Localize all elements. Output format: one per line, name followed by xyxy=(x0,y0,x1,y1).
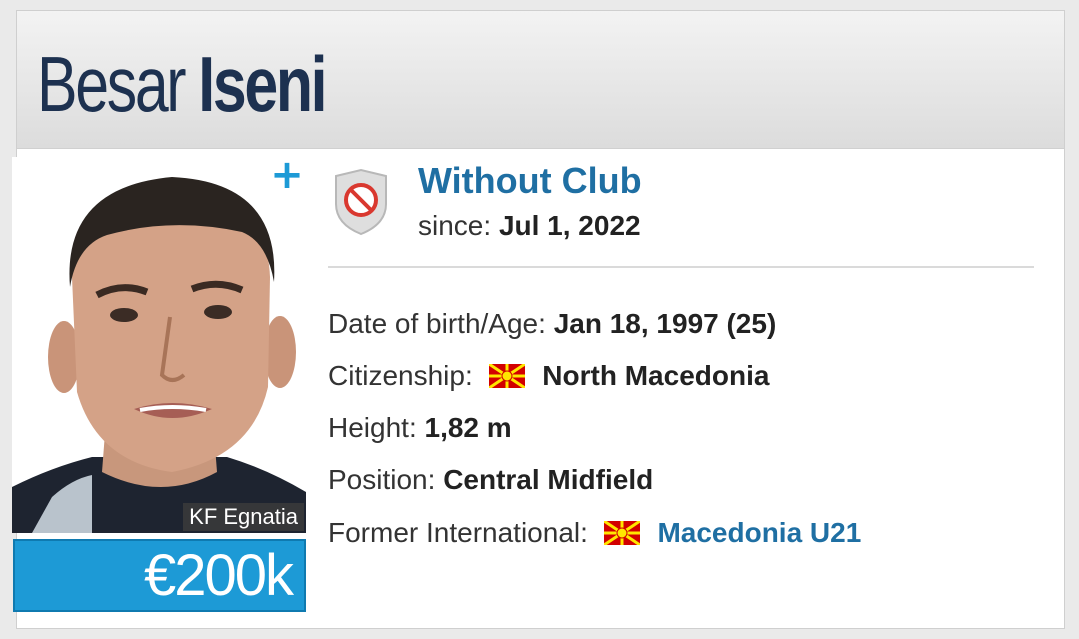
citizenship-value: North Macedonia xyxy=(542,360,770,391)
position-row: Position: Central Midfield xyxy=(328,463,653,497)
height-row: Height: 1,82 m xyxy=(328,411,512,445)
club-name-link[interactable]: Without Club xyxy=(418,160,642,202)
former-international-row: Former International: Macedonia U21 xyxy=(328,516,861,550)
citizenship-label: Citizenship: xyxy=(328,360,473,391)
player-portrait-image xyxy=(12,177,306,533)
current-club-tag: KF Egnatia xyxy=(183,503,304,531)
position-label: Position: xyxy=(328,464,436,495)
no-club-crest-icon xyxy=(335,168,387,236)
dob-value: Jan 18, 1997 (25) xyxy=(553,308,777,339)
player-photo[interactable]: KF Egnatia xyxy=(12,157,306,533)
info-divider xyxy=(328,266,1034,268)
dob-row: Date of birth/Age: Jan 18, 1997 (25) xyxy=(328,307,776,341)
position-value: Central Midfield xyxy=(443,464,654,495)
market-value-button[interactable]: €200k xyxy=(13,539,306,612)
player-name: Besar Iseni xyxy=(37,39,328,129)
former-international-label: Former International: xyxy=(328,517,588,548)
add-to-watchlist-button[interactable]: + xyxy=(270,155,304,195)
player-last-name: Iseni xyxy=(198,40,327,128)
since-date: Jul 1, 2022 xyxy=(498,210,641,241)
since-label: since: xyxy=(418,210,492,241)
player-first-name: Besar xyxy=(37,40,187,128)
citizenship-row: Citizenship: North Macedonia xyxy=(328,359,769,393)
height-value: 1,82 m xyxy=(424,412,512,443)
dob-label: Date of birth/Age: xyxy=(328,308,546,339)
former-international-team-link[interactable]: Macedonia U21 xyxy=(657,517,861,548)
contract-since: since: Jul 1, 2022 xyxy=(418,210,641,242)
north-macedonia-flag-icon xyxy=(488,364,525,388)
profile-header: Besar Iseni xyxy=(17,11,1064,149)
height-label: Height: xyxy=(328,412,417,443)
north-macedonia-flag-icon xyxy=(603,521,640,545)
